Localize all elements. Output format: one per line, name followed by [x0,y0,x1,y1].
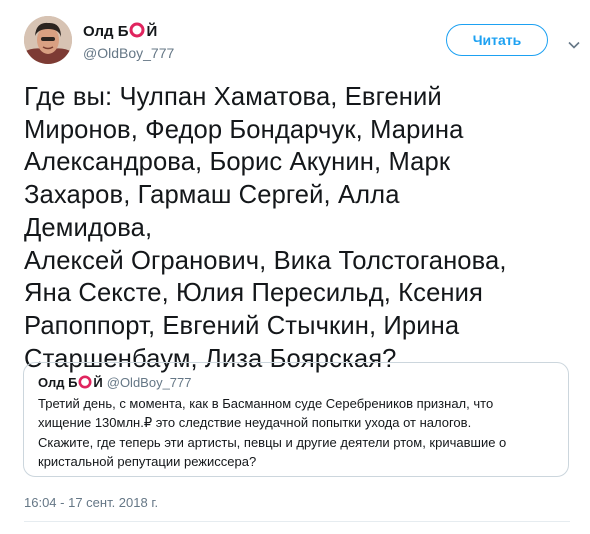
tweet-text-line: Захаров, Гармаш Сергей, Алла Демидова, [24,181,400,242]
quoted-author-name: Олд Б Й [38,375,103,390]
author-name-prefix: Олд Б [83,23,129,40]
tweet-text-line: Где вы: Чулпан Хаматова, Евгений [24,83,442,111]
tweet-text-line: Александрова, Борис Акунин, Марк [24,148,451,177]
quoted-text-line: Третий день, с момента, как в Басманном … [38,396,494,411]
author-name[interactable]: Олд Б Й [83,22,174,43]
quoted-text: Третий день, с момента, как в Басманном … [38,394,563,471]
red-ring-icon [78,375,92,393]
divider [24,521,570,522]
author-handle[interactable]: @OldBoy_777 [83,44,174,62]
quoted-text-line: Скажите, где теперь эти артисты, певцы и… [38,434,507,450]
tweet-text-line: Миронов, Федор Бондарчук, Марина [24,115,464,144]
quoted-name-suffix: Й [93,375,103,390]
author-block: Олд Б Й @OldBoy_777 [83,22,174,62]
follow-button[interactable]: Читать [446,24,548,56]
tweet-text-line: Яна Сексте, Юлия Пересильд, Ксения [24,279,484,308]
quoted-text-line: кристальной репутации режиссера? [38,453,257,469]
quoted-author-handle: @OldBoy_777 [106,375,192,390]
author-name-suffix: Й [146,23,158,40]
tweet-text-line: Рапоппорт, Евгений Стычкин, Ирина [24,311,460,340]
avatar[interactable] [24,16,72,64]
tweet-text: Где вы: Чулпан Хаматова, Евгений Миронов… [24,81,524,375]
quoted-author: Олд Б Й @OldBoy_777 [38,375,192,393]
chevron-down-icon[interactable] [568,36,580,54]
tweet-text-line: Алексей Огранович, Вика Толстоганова, [24,246,507,275]
quoted-tweet[interactable]: Олд Б Й @OldBoy_777 Третий день, с момента… [23,362,569,477]
tweet-card: Олд Б Й @OldBoy_777 Читать Где вы: Чулпан… [0,0,590,534]
red-ring-icon [129,22,145,43]
quoted-text-line: хищение 130млн.₽ это следствие неудачной… [38,415,472,431]
tweet-timestamp[interactable]: 16:04 - 17 сент. 2018 г. [24,495,158,511]
quoted-name-prefix: Олд Б [38,375,78,390]
